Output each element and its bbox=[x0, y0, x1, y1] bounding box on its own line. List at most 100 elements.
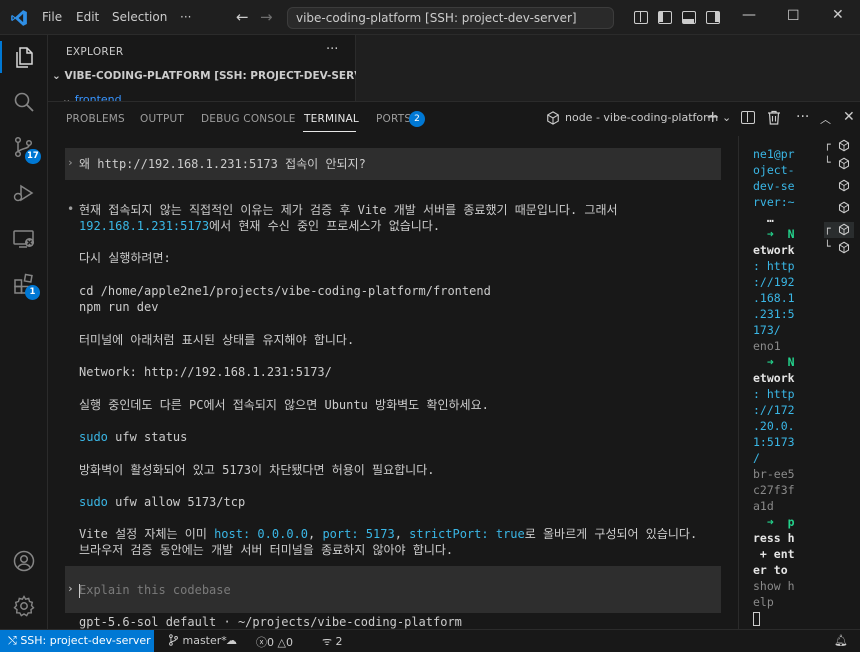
terminal-dropdown-chevron-icon[interactable]: ⌄ bbox=[722, 111, 731, 124]
menu-file[interactable]: File bbox=[42, 10, 62, 24]
terminal-main[interactable]: › 왜 http://192.168.1.231:5173 접속이 안되지? •… bbox=[48, 136, 738, 630]
side-terminal-line: ➜ N bbox=[753, 355, 795, 369]
notifications-bell-icon[interactable]: 🔔︎ bbox=[834, 634, 848, 647]
side-terminal-line: .168.1 bbox=[753, 291, 795, 305]
ports-count: 2 bbox=[335, 635, 343, 648]
side-terminal-line: er to bbox=[753, 563, 788, 577]
side-terminal-line: rver:~ bbox=[753, 195, 795, 209]
allow-note: 방화벽이 활성화되어 있고 5173이 차단됐다면 허용이 필요합니다. bbox=[79, 463, 435, 477]
ufw-allow-args: ufw allow 5173/tcp bbox=[107, 495, 246, 509]
tab-problems[interactable]: PROBLEMS bbox=[66, 113, 125, 125]
workspace-root-folder[interactable]: ⌄ VIBE-CODING-PLATFORM [SSH: PROJECT-DEV… bbox=[52, 70, 382, 82]
forward-arrow-icon[interactable]: → bbox=[260, 8, 273, 26]
terminal-list-item[interactable] bbox=[824, 178, 854, 194]
problems-summary[interactable]: ⓧ0 △0 bbox=[256, 634, 293, 650]
active-tab-underline bbox=[303, 131, 356, 132]
warning-icon: △ bbox=[277, 636, 286, 649]
side-terminal-line: ➜ p bbox=[753, 515, 795, 529]
extensions-badge: 1 bbox=[25, 285, 40, 300]
answer-ip-link[interactable]: 192.168.1.231:5173 bbox=[79, 219, 209, 233]
side-terminal-line: .20.0. bbox=[753, 419, 795, 433]
split-terminal-icon[interactable] bbox=[741, 111, 755, 124]
explorer-files-icon[interactable] bbox=[12, 45, 36, 69]
terminal-node-icon bbox=[547, 111, 559, 125]
tab-terminal[interactable]: TERMINAL bbox=[304, 113, 359, 125]
side-terminal-line: / bbox=[753, 451, 760, 465]
side-terminal-line: show h bbox=[753, 579, 795, 593]
activity-bar: 17 1 bbox=[0, 35, 48, 629]
menu-edit[interactable]: Edit bbox=[76, 10, 99, 24]
side-terminal-line: etwork bbox=[753, 371, 795, 385]
side-terminal-line: … bbox=[753, 211, 774, 225]
side-terminal-line: 1:5173 bbox=[753, 435, 795, 449]
side-terminal-line: oject- bbox=[753, 163, 795, 177]
terminal-list-item[interactable] bbox=[824, 200, 854, 216]
remote-icon: ⤭ bbox=[8, 634, 17, 647]
tab-ports[interactable]: PORTS bbox=[376, 113, 411, 125]
answer-line2: 192.168.1.231:5173에서 현재 수신 중인 프로세스가 없습니다… bbox=[79, 218, 440, 234]
menu-selection[interactable]: Selection bbox=[112, 10, 167, 24]
kill-terminal-trash-icon[interactable] bbox=[767, 110, 781, 125]
source-control-badge: 17 bbox=[25, 149, 41, 164]
minimize-icon[interactable]: — bbox=[742, 7, 756, 23]
split-bracket-icon: └ bbox=[824, 156, 831, 169]
toggle-panel-icon[interactable] bbox=[682, 11, 696, 24]
accounts-icon[interactable] bbox=[12, 549, 36, 573]
chat-input-placeholder[interactable]: Explain this codebase bbox=[79, 582, 231, 598]
more-actions-icon[interactable]: ··· bbox=[796, 109, 809, 125]
forwarded-ports[interactable]: ᯤ 2 bbox=[322, 634, 343, 649]
side-terminal-line: c27f3f bbox=[753, 483, 795, 497]
terminal-tabs-list: ┌ └ ┌ └ bbox=[808, 136, 860, 630]
input-chevron-icon: › bbox=[67, 582, 74, 595]
remote-ssh-indicator[interactable]: ⤭ SSH: project-dev-server bbox=[0, 630, 154, 652]
menu-more[interactable]: ··· bbox=[180, 10, 191, 24]
close-icon[interactable]: ✕ bbox=[832, 7, 844, 23]
chevron-down-icon: ⌄ bbox=[52, 70, 61, 82]
command-cd: cd /home/apple2ne1/projects/vibe-coding-… bbox=[79, 284, 491, 298]
terminal-secondary[interactable]: ne1@pr oject-dev-se rver:~ … ➜ N etwork: ht… bbox=[753, 146, 803, 626]
back-arrow-icon[interactable]: ← bbox=[236, 8, 249, 26]
terminal-list-item[interactable]: └ bbox=[824, 156, 854, 172]
toggle-primary-sidebar-icon[interactable] bbox=[658, 11, 672, 24]
maximize-panel-chevron-icon[interactable]: ︿ bbox=[820, 111, 831, 127]
tab-output[interactable]: OUTPUT bbox=[140, 113, 184, 125]
rerun-heading: 다시 실행하려면: bbox=[79, 251, 171, 265]
scroll-marker bbox=[734, 136, 742, 139]
git-branch[interactable]: master* bbox=[168, 634, 227, 647]
vite-sep2: , bbox=[394, 527, 410, 541]
side-terminal-line: + ent bbox=[753, 547, 795, 561]
terminal-node-icon bbox=[838, 179, 850, 192]
terminal-list-item[interactable]: ┌ bbox=[824, 222, 854, 238]
bullet-icon: • bbox=[67, 202, 75, 216]
answer-line1: 현재 접속되지 않는 직접적인 이유는 제가 검증 후 Vite 개발 서버를 … bbox=[79, 203, 618, 217]
remote-label: SSH: project-dev-server bbox=[20, 634, 151, 647]
network-line: Network: http://192.168.1.231:5173/ bbox=[79, 365, 332, 379]
new-terminal-plus-icon[interactable]: + bbox=[706, 107, 719, 126]
sync-cloud-icon[interactable]: ☁ bbox=[226, 634, 237, 647]
ufw-status-args: ufw status bbox=[107, 430, 188, 444]
close-panel-icon[interactable]: ✕ bbox=[843, 109, 855, 125]
terminal-list-item[interactable]: ┌ bbox=[824, 138, 854, 154]
sudo-keyword: sudo bbox=[79, 430, 108, 444]
maximize-icon[interactable]: ☐ bbox=[787, 8, 800, 24]
terminal-node-icon bbox=[838, 139, 850, 152]
active-terminal-name[interactable]: node - vibe-coding-platform bbox=[565, 111, 718, 124]
branch-label: master* bbox=[182, 634, 227, 647]
customize-layout-icon[interactable] bbox=[634, 11, 648, 24]
side-terminal-line: ://192 bbox=[753, 275, 795, 289]
side-terminal-line: eno1 bbox=[753, 339, 781, 353]
vscode-logo-icon[interactable] bbox=[10, 9, 28, 27]
settings-gear-icon[interactable] bbox=[12, 594, 36, 618]
command-center-search[interactable]: vibe-coding-platform [SSH: project-dev-s… bbox=[287, 7, 614, 29]
tab-debug-console[interactable]: DEBUG CONSOLE bbox=[201, 113, 296, 125]
errors-count: 0 bbox=[267, 636, 274, 649]
search-icon[interactable] bbox=[12, 90, 36, 114]
remote-explorer-icon[interactable] bbox=[12, 227, 36, 251]
model-footer: gpt-5.6-sol default · ~/projects/vibe-co… bbox=[79, 615, 462, 629]
run-and-debug-icon[interactable] bbox=[12, 181, 36, 205]
side-terminal-line: br-ee5 bbox=[753, 467, 795, 481]
toggle-secondary-sidebar-icon[interactable] bbox=[706, 11, 720, 24]
terminal-list-item[interactable]: └ bbox=[824, 240, 854, 256]
terminal-split-divider[interactable] bbox=[738, 136, 739, 630]
explorer-more-actions[interactable]: ··· bbox=[326, 42, 338, 57]
